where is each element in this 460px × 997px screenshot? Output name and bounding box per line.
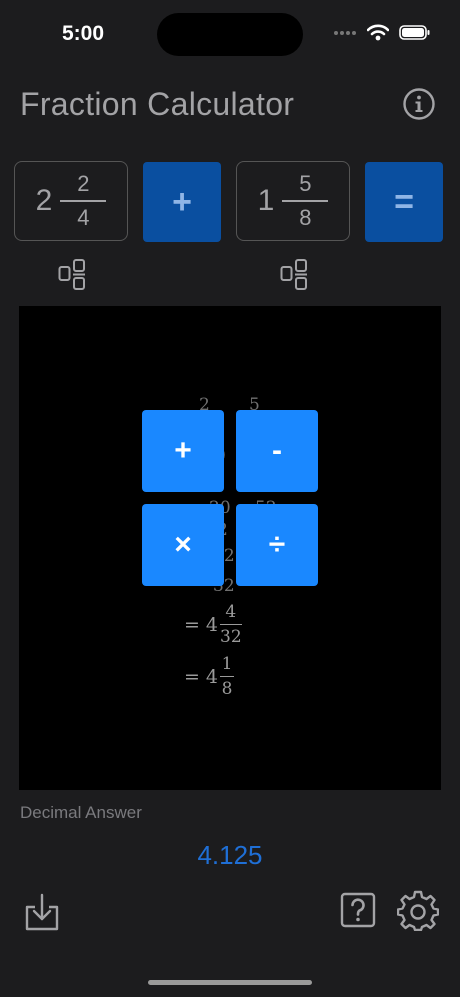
equals-sign: =: [184, 613, 200, 636]
divide-button[interactable]: ÷: [236, 504, 318, 586]
work-area: 2 5 0 20 52 2 32 32 = 4 4 32 = 4 1 8: [19, 306, 441, 790]
work-whole: 4: [205, 613, 219, 636]
right-fraction: 5 8: [282, 171, 329, 231]
home-indicator: [148, 980, 312, 985]
operator-button[interactable]: +: [143, 162, 221, 242]
right-whole: 1: [257, 184, 275, 217]
left-denominator: 4: [77, 205, 90, 230]
wifi-icon: [367, 24, 389, 41]
equals-sign: =: [184, 665, 200, 688]
page-title: Fraction Calculator: [20, 86, 295, 122]
info-circle-icon[interactable]: [403, 88, 435, 120]
work-numerator: 4: [225, 602, 237, 622]
work-fraction: 1 8: [220, 654, 235, 699]
work-line: = 4 4 32: [184, 602, 242, 647]
fraction-bar: [60, 200, 107, 202]
add-button[interactable]: +: [142, 410, 224, 492]
download-tray-icon[interactable]: [24, 893, 60, 931]
fraction-bar: [282, 200, 329, 202]
cellular-signal-icon: [334, 30, 356, 35]
dynamic-island: [157, 13, 303, 56]
fraction-bar: [220, 676, 235, 677]
help-question-icon[interactable]: [340, 891, 376, 929]
mixed-number-icon[interactable]: [280, 258, 308, 290]
equals-button[interactable]: =: [365, 162, 443, 242]
status-icons: [333, 24, 430, 41]
work-line: = 4 1 8: [184, 654, 235, 699]
left-fraction-input[interactable]: 2 2 4: [14, 161, 128, 241]
work-denominator: 32: [220, 627, 242, 647]
right-denominator: 8: [299, 205, 312, 230]
battery-icon: [399, 25, 430, 40]
work-whole: 4: [205, 665, 219, 688]
left-fraction: 2 4: [60, 171, 107, 231]
work-numerator: 1: [221, 654, 233, 674]
decimal-label: Decimal Answer: [20, 803, 142, 822]
left-numerator: 2: [77, 171, 90, 196]
right-numerator: 5: [299, 171, 312, 196]
fraction-bar: [220, 624, 242, 625]
gear-icon[interactable]: [397, 889, 439, 931]
multiply-button[interactable]: ×: [142, 504, 224, 586]
subtract-button[interactable]: -: [236, 410, 318, 492]
right-fraction-input[interactable]: 1 5 8: [236, 161, 350, 241]
decimal-value: 4.125: [197, 840, 263, 870]
work-fraction: 4 32: [220, 602, 242, 647]
work-denominator: 8: [221, 679, 233, 699]
status-time: 5:00: [62, 22, 105, 45]
left-whole: 2: [35, 184, 53, 217]
mixed-number-icon[interactable]: [58, 258, 86, 290]
